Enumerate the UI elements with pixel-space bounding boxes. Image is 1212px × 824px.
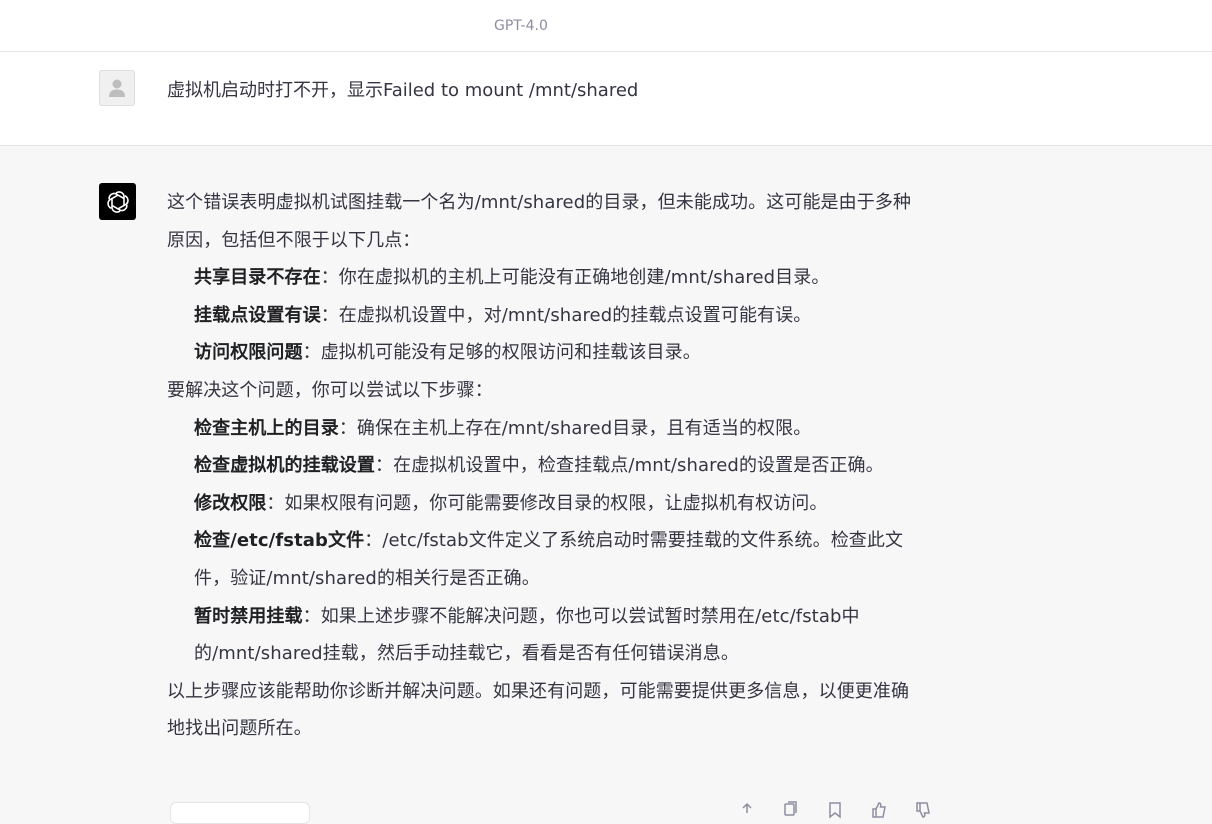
openai-logo-icon xyxy=(99,183,136,220)
user-message-text: 虚拟机启动时打不开，显示Failed to mount /mnt/shared xyxy=(167,80,639,101)
steps-list: 检查主机上的目录：确保在主机上存在/mnt/shared目录，且有适当的权限。 … xyxy=(167,410,912,673)
top-bar: GPT-4.0 xyxy=(0,0,1212,52)
message-actions xyxy=(738,801,932,819)
bookmark-icon[interactable] xyxy=(826,801,844,819)
thumbs-up-icon[interactable] xyxy=(870,801,888,819)
causes-list: 共享目录不存在：你在虚拟机的主机上可能没有正确地创建/mnt/shared目录。… xyxy=(167,259,912,372)
list-item: 检查虚拟机的挂载设置：在虚拟机设置中，检查挂载点/mnt/shared的设置是否… xyxy=(194,455,884,477)
list-item: 共享目录不存在：你在虚拟机的主机上可能没有正确地创建/mnt/shared目录。 xyxy=(194,267,830,289)
list-item: 挂载点设置有误：在虚拟机设置中，对/mnt/shared的挂载点设置可能有误。 xyxy=(194,304,812,326)
answer-intro: 这个错误表明虚拟机试图挂载一个名为/mnt/shared的目录，但未能成功。这可… xyxy=(167,192,912,251)
list-item: 检查主机上的目录：确保在主机上存在/mnt/shared目录，且有适当的权限。 xyxy=(194,417,812,439)
user-avatar-icon xyxy=(99,70,135,106)
share-icon[interactable] xyxy=(738,801,756,819)
user-message: 虚拟机启动时打不开，显示Failed to mount /mnt/shared xyxy=(0,52,1212,146)
list-item: 暂时禁用挂载：如果上述步骤不能解决问题，你也可以尝试暂时禁用在/etc/fsta… xyxy=(194,605,860,665)
thumbs-down-icon[interactable] xyxy=(914,801,932,819)
steps-intro: 要解决这个问题，你可以尝试以下步骤： xyxy=(167,379,493,401)
list-item: 修改权限：如果权限有问题，你可能需要修改目录的权限，让虚拟机有权访问。 xyxy=(194,492,828,514)
list-item: 访问权限问题：虚拟机可能没有足够的权限访问和挂载该目录。 xyxy=(194,342,701,364)
assistant-message: 这个错误表明虚拟机试图挂载一个名为/mnt/shared的目录，但未能成功。这可… xyxy=(167,184,912,748)
answer-closing: 以上步骤应该能帮助你诊断并解决问题。如果还有问题，可能需要提供更多信息，以便更准… xyxy=(167,680,910,740)
model-label[interactable]: GPT-4.0 xyxy=(494,18,548,34)
copy-icon[interactable] xyxy=(782,801,800,819)
list-item: 检查/etc/fstab文件：/etc/fstab文件定义了系统启动时需要挂载的… xyxy=(194,530,904,589)
regenerate-button[interactable] xyxy=(170,802,310,824)
